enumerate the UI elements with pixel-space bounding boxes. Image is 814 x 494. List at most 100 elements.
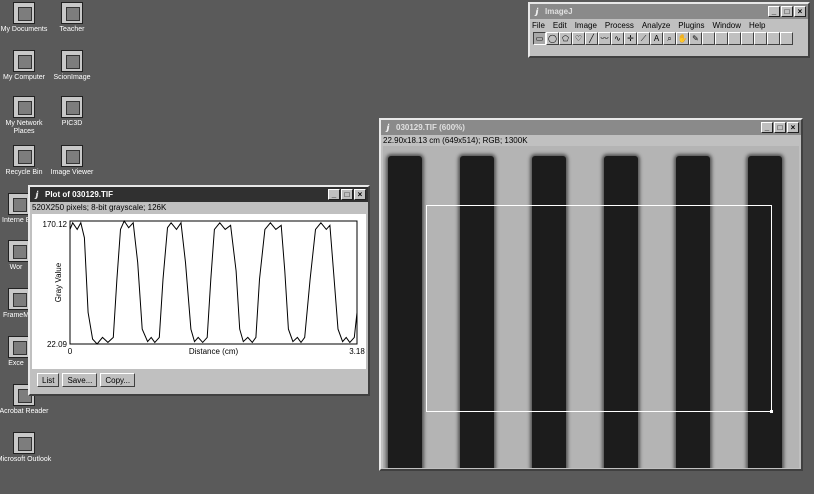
freehand-tool-icon[interactable]: ♡ xyxy=(572,32,585,45)
network-places-icon xyxy=(13,96,35,118)
recycle-bin-icon xyxy=(13,145,35,167)
segmented-line-tool-icon[interactable]: 〰 xyxy=(598,32,611,45)
desktop-icon-pic3d[interactable]: PIC3D xyxy=(44,96,100,128)
imagej-toolbar: ▭ ◯ ⬠ ♡ ╱ 〰 ∿ ✛ ⟋ A ⌕ ✋ ✎ xyxy=(530,32,808,45)
menu-file[interactable]: File xyxy=(532,21,545,30)
desktop-icon-label: My Computer xyxy=(2,74,45,81)
empty-tool-5-icon[interactable] xyxy=(754,32,767,45)
empty-tool-1-icon[interactable] xyxy=(702,32,715,45)
menu-window[interactable]: Window xyxy=(713,21,741,30)
x-tick-label-max: 3.18 xyxy=(349,347,365,356)
wand-tool-icon[interactable]: ⟋ xyxy=(637,32,650,45)
empty-tool-3-icon[interactable] xyxy=(728,32,741,45)
oval-tool-icon[interactable]: ◯ xyxy=(546,32,559,45)
image-info: 22.90x18.13 cm (649x514); RGB; 1300K xyxy=(383,136,528,145)
framemaker-icon xyxy=(8,288,30,310)
imagej-main-window: ⅉ ImageJ _ □ × File Edit Image Process Analy… xyxy=(528,2,810,58)
copy-button[interactable]: Copy... xyxy=(100,373,136,387)
plot-window: ⅉ Plot of 030129.TIF _ □ × 520X250 pixel… xyxy=(28,185,370,396)
x-axis-label: Distance (cm) xyxy=(189,347,239,356)
empty-tool-2-icon[interactable] xyxy=(715,32,728,45)
desktop-icon-label: Interne Explo xyxy=(2,217,30,224)
imagej-menubar: File Edit Image Process Analyze Plugins Window… xyxy=(530,19,808,32)
word-icon xyxy=(8,240,30,262)
empty-tool-6-icon[interactable] xyxy=(767,32,780,45)
pic3d-icon xyxy=(61,96,83,118)
menu-help[interactable]: Help xyxy=(749,21,765,30)
desktop-icon-label: Wor xyxy=(9,264,23,271)
maximize-button[interactable]: □ xyxy=(781,6,793,17)
desktop-icon-scionimage[interactable]: ScionImage xyxy=(44,50,100,82)
x-tick-label-min: 0 xyxy=(68,347,73,356)
desktop-icon-image-viewer[interactable]: Image Viewer xyxy=(44,145,100,177)
image-viewer-icon xyxy=(61,145,83,167)
desktop-icon-label: My Network Places xyxy=(5,120,43,135)
empty-tool-4-icon[interactable] xyxy=(741,32,754,45)
dark-stripe xyxy=(388,156,422,468)
close-button[interactable]: × xyxy=(787,122,799,133)
menu-plugins[interactable]: Plugins xyxy=(678,21,704,30)
imagej-window-icon: ⅉ xyxy=(35,189,39,199)
save-button[interactable]: Save... xyxy=(62,373,98,387)
gray-value-profile-chart: 170.12 22.090 3.18 Distance (cm) Gray Value xyxy=(43,219,365,356)
desktop-icon-label: Teacher xyxy=(59,26,85,33)
plot-info: 520X250 pixels; 8-bit grayscale; 126K xyxy=(32,203,167,212)
y-tick-label-max: 170.12 xyxy=(43,220,68,229)
polygon-tool-icon[interactable]: ⬠ xyxy=(559,32,572,45)
scionimage-icon xyxy=(61,50,83,72)
plot-window-titlebar[interactable]: ⅉ Plot of 030129.TIF _ □ × xyxy=(30,187,368,202)
magnifier-tool-icon[interactable]: ⌕ xyxy=(663,32,676,45)
imagej-title: ImageJ xyxy=(545,7,573,16)
empty-tool-7-icon[interactable] xyxy=(780,32,793,45)
desktop-icon-teacher-folder[interactable]: Teacher xyxy=(44,2,100,34)
plot-canvas: 170.12 22.09 0 3.18 Distance (cm) Gray Value xyxy=(32,214,366,369)
text-tool-icon[interactable]: A xyxy=(650,32,663,45)
desktop-icon-label: Image Viewer xyxy=(50,169,94,176)
close-button[interactable]: × xyxy=(794,6,806,17)
minimize-button[interactable]: _ xyxy=(761,122,773,133)
plot-window-title: Plot of 030129.TIF xyxy=(45,190,114,199)
minimize-button[interactable]: _ xyxy=(768,6,780,17)
maximize-button[interactable]: □ xyxy=(341,189,353,200)
teacher-folder-icon xyxy=(61,2,83,24)
menu-process[interactable]: Process xyxy=(605,21,634,30)
menu-image[interactable]: Image xyxy=(575,21,597,30)
excel-icon xyxy=(8,336,30,358)
my-computer-icon xyxy=(13,50,35,72)
minimize-button[interactable]: _ xyxy=(328,189,340,200)
rectangle-selection[interactable] xyxy=(426,205,773,413)
imagej-window-icon: ⅉ xyxy=(535,6,539,16)
maximize-button[interactable]: □ xyxy=(774,122,786,133)
image-canvas[interactable] xyxy=(383,146,799,468)
hand-tool-icon[interactable]: ✋ xyxy=(676,32,689,45)
imagej-titlebar[interactable]: ⅉ ImageJ _ □ × xyxy=(530,4,808,19)
desktop-icon-label: Recycle Bin xyxy=(5,169,43,176)
image-window: ⅉ 030129.TIF (600%) _ □ × 22.90x18.13 cm… xyxy=(379,118,803,471)
image-window-title: 030129.TIF (600%) xyxy=(396,123,465,132)
desktop-icon-label: PIC3D xyxy=(61,120,83,127)
menu-analyze[interactable]: Analyze xyxy=(642,21,670,30)
desktop-icon-label: ScionImage xyxy=(53,74,91,81)
plot-button-row: List Save... Copy... xyxy=(30,369,368,391)
desktop-icon-label: FrameM xyxy=(2,312,30,319)
list-button[interactable]: List xyxy=(37,373,60,387)
y-tick-label-min: 22.09 xyxy=(47,340,68,349)
image-window-titlebar[interactable]: ⅉ 030129.TIF (600%) _ □ × xyxy=(381,120,801,135)
internet-explorer-icon xyxy=(8,193,30,215)
close-button[interactable]: × xyxy=(354,189,366,200)
desktop-icon-outlook[interactable]: Microsoft Outlook xyxy=(0,432,52,464)
selection-handle[interactable] xyxy=(770,410,773,413)
desktop-icon-label: Acrobat Reader xyxy=(0,408,49,415)
rectangle-tool-icon[interactable]: ▭ xyxy=(533,32,546,45)
desktop-icon-label: My Documents xyxy=(0,26,48,33)
desktop-icon-label: Exce xyxy=(8,360,24,367)
my-documents-icon xyxy=(13,2,35,24)
outlook-icon xyxy=(13,432,35,454)
profile-line xyxy=(69,219,358,345)
color-picker-tool-icon[interactable]: ✎ xyxy=(689,32,702,45)
imagej-window-icon: ⅉ xyxy=(386,122,390,132)
freehand-line-tool-icon[interactable]: ∿ xyxy=(611,32,624,45)
crosshair-tool-icon[interactable]: ✛ xyxy=(624,32,637,45)
menu-edit[interactable]: Edit xyxy=(553,21,567,30)
line-tool-icon[interactable]: ╱ xyxy=(585,32,598,45)
